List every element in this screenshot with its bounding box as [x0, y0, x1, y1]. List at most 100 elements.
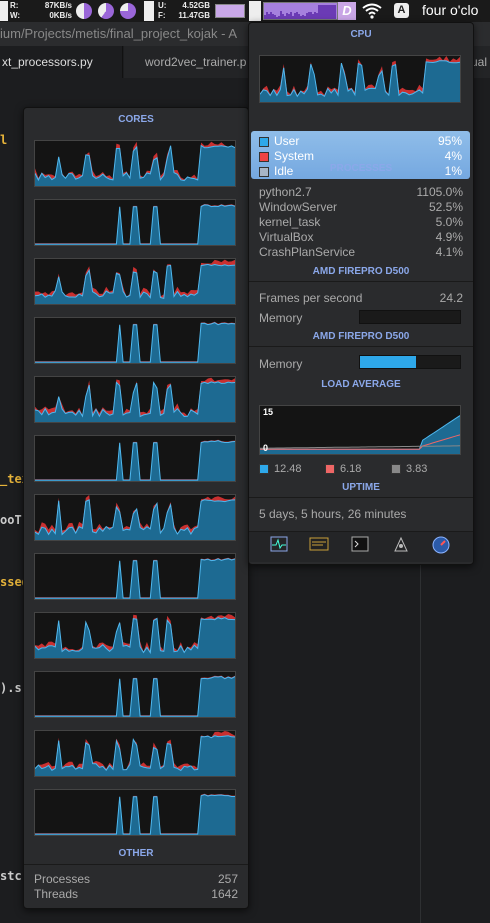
net-write-value: 0KB/s	[49, 11, 72, 20]
cpu-label-badge	[249, 1, 261, 21]
process-name: WindowServer	[259, 200, 338, 214]
uptime-value: 5 days, 5 hours, 26 minutes	[259, 507, 463, 521]
process-name: CrashPlanService	[259, 245, 356, 259]
memory-label: Memory	[259, 311, 303, 325]
processes-title: PROCESSES	[329, 163, 393, 174]
cpu-pie-icon[interactable]	[120, 3, 136, 19]
load-15m: 3.83	[391, 463, 427, 475]
path-text: ium/Projects/metis/final_project_kojak -…	[0, 26, 237, 41]
code-fragment: ooT	[0, 513, 22, 527]
memory-meter[interactable]: U: 4.52GB F: 11.47GB	[144, 0, 224, 23]
code-fragment: l	[0, 133, 8, 147]
cpu-pie-icon[interactable]	[76, 3, 92, 19]
uptime-title: UPTIME	[342, 482, 380, 493]
process-cpu: 1105.0%	[416, 185, 463, 199]
core-graph	[34, 435, 236, 482]
other-title: OTHER	[118, 848, 154, 859]
core-graph	[34, 494, 236, 541]
cpu-menubar-graph[interactable]	[263, 2, 338, 20]
core-graph	[34, 553, 236, 600]
gpu2-title: AMD FIREPRO D500	[312, 331, 410, 342]
gpu1-title: AMD FIREPRO D500	[312, 266, 410, 277]
load-5m: 6.18	[325, 463, 361, 475]
tab-label: xt_processors.py	[2, 55, 93, 69]
stat-value: 1642	[211, 887, 238, 901]
stat-processes: Processes 257	[34, 872, 238, 886]
code-fragment: stc	[0, 869, 22, 883]
core-graph	[34, 671, 236, 718]
core-graph	[34, 258, 236, 305]
mem-used-value: 4.52GB	[182, 1, 210, 10]
system-swatch	[259, 151, 269, 162]
load-average-graph: 15 0	[259, 405, 461, 455]
core-graph	[34, 317, 236, 364]
fps-label: Frames per second	[259, 291, 363, 305]
legend-value: 95%	[437, 134, 462, 148]
tab-text-processors[interactable]: xt_processors.py	[0, 46, 124, 78]
load-1m: 12.48	[259, 463, 302, 475]
memory-fill	[360, 356, 416, 368]
stat-threads: Threads 1642	[34, 887, 238, 901]
disk-badge[interactable]: D	[338, 2, 356, 20]
gpu2-memory-bar	[359, 355, 461, 369]
mem-free-label: F:	[158, 11, 166, 20]
uptime-text: 5 days, 5 hours, 26 minutes	[259, 507, 407, 521]
tab-word2vec-trainer[interactable]: word2vec_trainer.p	[122, 46, 246, 78]
cpu-history-graph	[259, 55, 461, 103]
system-info-icon[interactable]	[391, 536, 411, 556]
process-row: kernel_task 5.0%	[259, 215, 463, 229]
console-icon[interactable]	[309, 536, 329, 556]
gpu1-memory-bar	[359, 310, 461, 324]
net-read-value: 87KB/s	[44, 1, 72, 10]
process-cpu: 52.5%	[428, 200, 463, 214]
tab-label: word2vec_trainer.p	[145, 55, 246, 69]
fps-value: 24.2	[439, 291, 463, 305]
legend-label: System	[274, 149, 315, 163]
menubar: R: 87KB/s W: 0KB/s U: 4.52GB F: 11.47GB …	[0, 0, 490, 22]
process-name: VirtualBox	[259, 230, 314, 244]
memory-label: Memory	[259, 357, 303, 371]
cpu-legend-user: User 95%	[259, 134, 462, 148]
wifi-icon[interactable]	[362, 3, 382, 22]
legend-value: 4%	[444, 149, 462, 163]
dashboard-icon[interactable]	[431, 536, 451, 556]
core-graph	[34, 730, 236, 777]
process-cpu: 4.9%	[435, 230, 463, 244]
memory-graph[interactable]	[215, 4, 245, 18]
stat-value: 257	[217, 872, 238, 886]
core-graph	[34, 612, 236, 659]
terminal-icon[interactable]	[350, 536, 370, 556]
cpu-legend-system: System 4%	[259, 149, 462, 163]
process-row: VirtualBox 4.9%	[259, 230, 463, 244]
core-graph	[34, 789, 236, 836]
process-name: kernel_task	[259, 215, 321, 229]
activity-monitor-icon[interactable]	[269, 536, 289, 556]
code-fragment: ).s	[0, 681, 22, 695]
menubar-clock[interactable]: four o'clo	[422, 2, 478, 18]
mem-free-value: 11.47GB	[178, 11, 210, 20]
input-source-badge[interactable]: A	[394, 3, 409, 18]
process-cpu: 4.1%	[435, 245, 463, 259]
load-scale-min: 0	[263, 443, 269, 453]
process-row: CrashPlanService 4.1%	[259, 245, 463, 259]
cores-title: CORES	[118, 114, 154, 125]
core-graph	[34, 140, 236, 187]
legend-label: User	[274, 134, 300, 148]
process-row: WindowServer 52.5%	[259, 200, 463, 214]
user-swatch	[259, 136, 269, 147]
stat-label: Threads	[34, 887, 79, 901]
net-write-label: W:	[10, 11, 21, 20]
core-graph	[34, 199, 236, 246]
process-cpu: 5.0%	[435, 215, 463, 229]
core-graph	[34, 376, 236, 423]
app-shortcut-bar	[249, 531, 473, 562]
load-title: LOAD AVERAGE	[321, 379, 401, 390]
process-row: python2.7 1105.0%	[259, 185, 463, 199]
gpu1-fps: Frames per second 24.2	[259, 291, 463, 305]
net-read-label: R:	[10, 1, 19, 10]
stat-label: Processes	[34, 872, 91, 886]
cpu-title: CPU	[350, 29, 372, 40]
cpu-pie-icon[interactable]	[98, 3, 114, 19]
process-name: python2.7	[259, 185, 312, 199]
network-meter[interactable]: R: 87KB/s W: 0KB/s	[0, 0, 72, 23]
